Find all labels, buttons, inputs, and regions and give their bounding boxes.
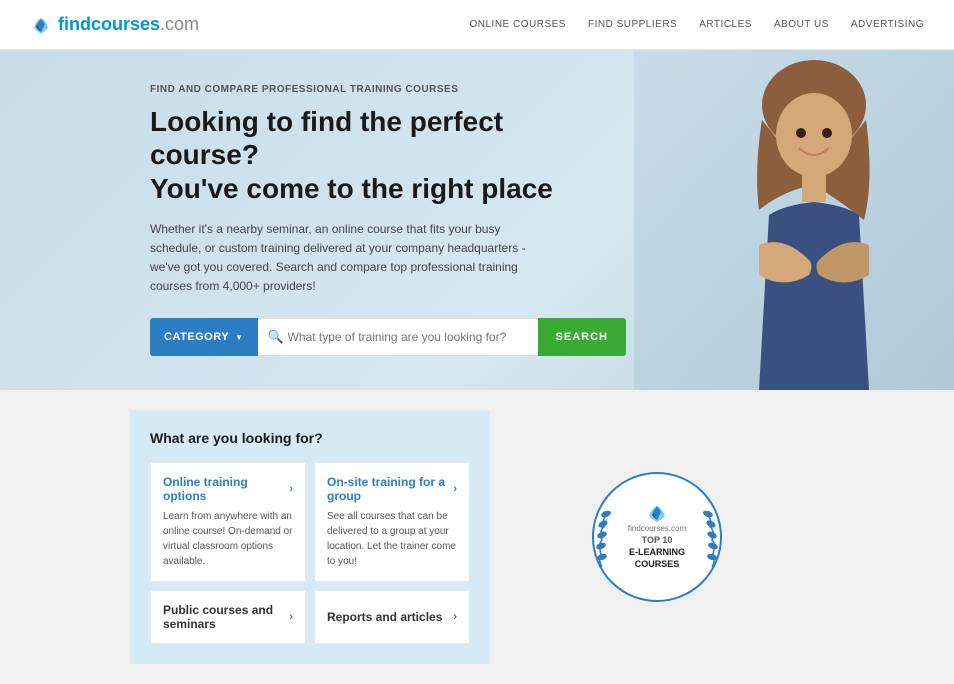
hero-description: Whether it's a nearby seminar, an online…: [150, 220, 550, 297]
nav-articles[interactable]: ARTICLES: [699, 19, 752, 30]
arrow-icon: ›: [289, 611, 293, 623]
nav-about-us[interactable]: ABOUT US: [774, 19, 829, 30]
search-icon: 🔍: [268, 329, 284, 345]
arrow-icon: ›: [453, 611, 457, 623]
category-button[interactable]: CATEGORY ▼: [150, 318, 258, 356]
online-training-card[interactable]: Online training options › Learn from any…: [150, 462, 306, 582]
logo-text: findcourses.com: [58, 14, 199, 35]
arrow-icon: ›: [289, 483, 293, 495]
chevron-down-icon: ▼: [235, 333, 243, 342]
reports-articles-title: Reports and articles: [327, 610, 442, 624]
top10-badge: findcourses.com TOP 10 E-LEARNINGCOURSES: [592, 472, 722, 602]
main-nav: ONLINE COURSES FIND SUPPLIERS ARTICLES A…: [470, 19, 925, 30]
badge-top-text: TOP 10: [642, 535, 673, 545]
logo[interactable]: findcourses.com: [30, 14, 199, 36]
cards-grid: Online training options › Learn from any…: [150, 462, 470, 644]
arrow-icon: ›: [453, 483, 457, 495]
bottom-section: What are you looking for? Online trainin…: [0, 390, 954, 684]
hero-title: Looking to find the perfect course? You'…: [150, 105, 560, 206]
what-looking-section: What are you looking for? Online trainin…: [130, 410, 490, 664]
badge-site-label: findcourses.com: [628, 524, 686, 533]
onsite-training-card[interactable]: On-site training for a group › See all c…: [314, 462, 470, 582]
hero-subtitle: FIND AND COMPARE PROFESSIONAL TRAINING C…: [150, 84, 560, 95]
public-courses-title: Public courses and seminars: [163, 603, 289, 631]
nav-find-suppliers[interactable]: FIND SUPPLIERS: [588, 19, 677, 30]
search-input-wrap: 🔍: [258, 318, 538, 356]
nav-online-courses[interactable]: ONLINE COURSES: [470, 19, 566, 30]
reports-articles-card[interactable]: Reports and articles ›: [314, 590, 470, 644]
site-header: findcourses.com ONLINE COURSES FIND SUPP…: [0, 0, 954, 50]
search-input[interactable]: [258, 318, 538, 356]
badge-main-text: E-LEARNINGCOURSES: [629, 547, 685, 570]
badge-area: findcourses.com TOP 10 E-LEARNINGCOURSES: [490, 410, 824, 664]
nav-advertising[interactable]: ADVERTISING: [851, 19, 924, 30]
search-bar: CATEGORY ▼ 🔍 SEARCH: [150, 318, 560, 356]
section-title: What are you looking for?: [150, 430, 470, 446]
hero-image: [634, 50, 954, 390]
search-button[interactable]: SEARCH: [538, 318, 626, 356]
badge-inner: findcourses.com TOP 10 E-LEARNINGCOURSES: [628, 504, 686, 570]
card-title-online: Online training options ›: [163, 475, 293, 503]
hero-content: FIND AND COMPARE PROFESSIONAL TRAINING C…: [0, 84, 560, 357]
logo-icon: [30, 14, 52, 36]
hero-woman-illustration: [654, 50, 934, 390]
public-courses-card[interactable]: Public courses and seminars ›: [150, 590, 306, 644]
card-title-onsite: On-site training for a group ›: [327, 475, 457, 503]
hero-section: FIND AND COMPARE PROFESSIONAL TRAINING C…: [0, 50, 954, 390]
card-desc-onsite: See all courses that can be delivered to…: [327, 509, 457, 569]
card-desc-online: Learn from anywhere with an online cours…: [163, 509, 293, 569]
